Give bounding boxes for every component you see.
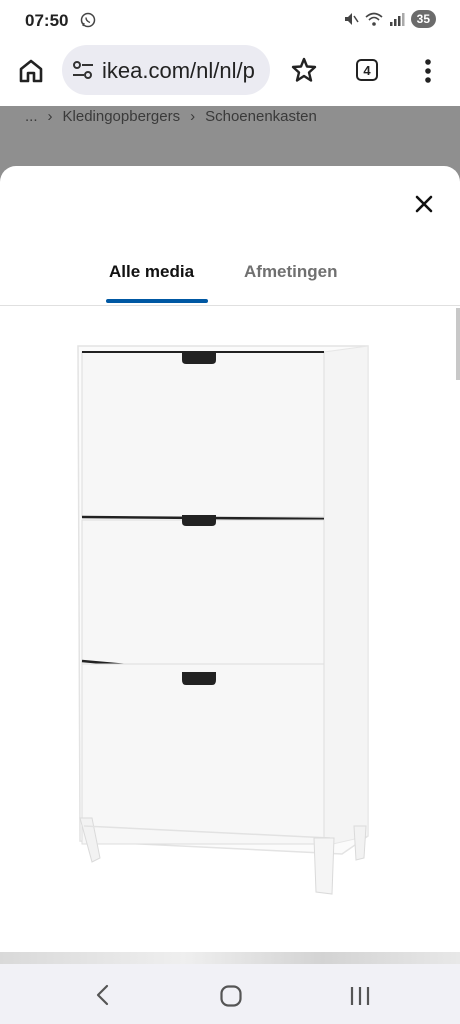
signal-icon — [389, 13, 405, 26]
home-circle-icon[interactable] — [219, 984, 243, 1008]
wifi-icon — [365, 12, 383, 26]
screen: 07:50 35 ikea.com/nl/nl/p 4 ... › Kledin… — [0, 0, 460, 1024]
home-icon[interactable] — [18, 58, 44, 84]
chevron-right-icon: › — [47, 108, 53, 125]
breadcrumb-item-schoenenkasten[interactable]: Schoenenkasten — [205, 108, 317, 125]
breadcrumb: ... › Kledingopbergers › Schoenenkasten — [25, 108, 317, 125]
close-icon[interactable] — [413, 193, 435, 215]
tab-alle-media[interactable]: Alle media — [109, 262, 194, 282]
chevron-right-icon: › — [190, 108, 196, 125]
product-image[interactable] — [0, 336, 460, 956]
media-tabs: Alle media Afmetingen — [0, 254, 460, 306]
status-time: 07:50 — [25, 11, 69, 30]
address-bar[interactable]: ikea.com/nl/nl/p — [62, 45, 270, 95]
browser-toolbar: ikea.com/nl/nl/p 4 — [0, 40, 460, 106]
media-sheet: Alle media Afmetingen — [0, 166, 460, 964]
battery-indicator: 35 — [410, 10, 436, 28]
system-navigation-bar — [0, 964, 460, 1024]
status-icons: 35 — [343, 10, 436, 28]
tab-switcher-button[interactable]: 4 — [356, 59, 378, 81]
site-settings-icon[interactable] — [72, 61, 94, 79]
more-menu-icon[interactable] — [420, 56, 436, 86]
recent-apps-icon[interactable] — [348, 985, 372, 1007]
thumbnail-strip[interactable] — [0, 952, 460, 964]
whatsapp-icon — [80, 12, 96, 28]
breadcrumb-item-kledingopbergers[interactable]: Kledingopbergers — [63, 108, 181, 125]
active-tab-indicator — [106, 299, 208, 303]
status-bar: 07:50 35 — [0, 0, 460, 40]
mute-icon — [344, 13, 359, 25]
tab-afmetingen[interactable]: Afmetingen — [244, 262, 338, 282]
url-text: ikea.com/nl/nl/p — [102, 58, 255, 83]
bookmark-star-icon[interactable] — [290, 56, 318, 84]
back-icon[interactable] — [94, 984, 112, 1006]
breadcrumb-ellipsis[interactable]: ... — [25, 108, 38, 125]
